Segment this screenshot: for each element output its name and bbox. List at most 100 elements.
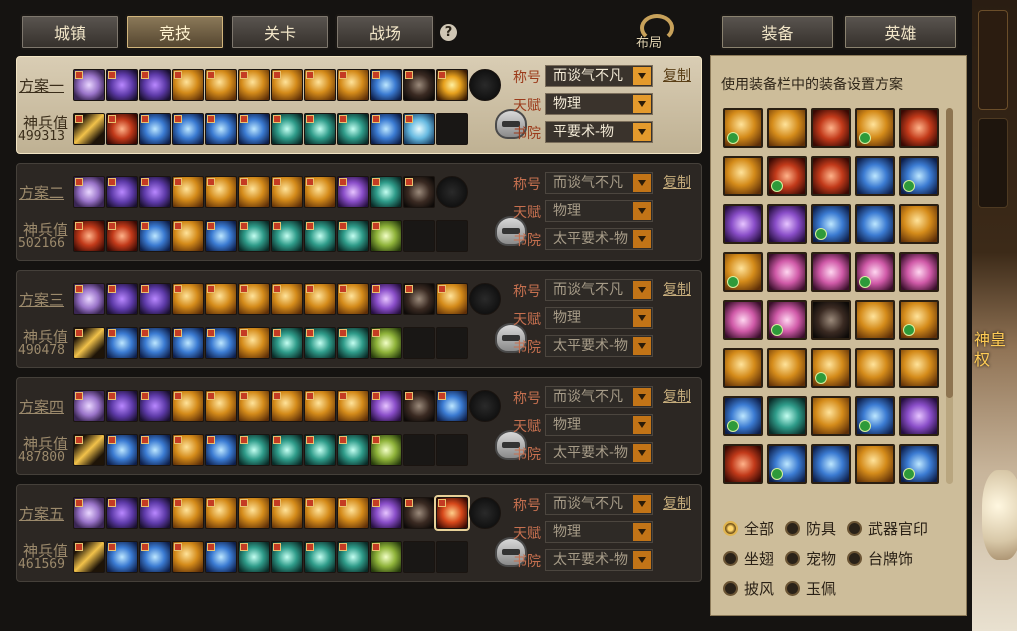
equipment-slot[interactable] [205, 283, 237, 315]
filter-radio[interactable]: 宠物 [785, 548, 836, 569]
equipment-slot[interactable] [238, 434, 270, 466]
equipment-slot[interactable] [403, 220, 435, 252]
equipment-slot[interactable] [436, 283, 468, 315]
equipment-slot[interactable] [337, 283, 369, 315]
equipment-item[interactable] [767, 252, 807, 292]
filter-radio[interactable]: 武器官印 [847, 518, 928, 539]
copy-link[interactable]: 复制 [663, 493, 691, 513]
equipment-slot[interactable] [469, 283, 501, 315]
equipment-slot[interactable] [238, 497, 270, 529]
equipment-slot[interactable] [436, 327, 468, 359]
side-tab-second[interactable] [978, 118, 1008, 208]
filter-radio[interactable]: 披风 [723, 578, 774, 599]
equipment-slot[interactable] [172, 327, 204, 359]
filter-radio[interactable]: 台牌饰 [847, 548, 913, 569]
dropdown-arrow-icon[interactable] [633, 230, 651, 248]
equipment-item[interactable] [767, 444, 807, 484]
equipment-slot[interactable] [106, 69, 138, 101]
equipment-slot[interactable] [238, 220, 270, 252]
equipment-item[interactable] [899, 252, 939, 292]
dropdown-arrow-icon[interactable] [633, 174, 651, 192]
dropdown-arrow-icon[interactable] [633, 388, 651, 406]
equipment-slot[interactable] [73, 113, 105, 145]
radio-dot-icon[interactable] [723, 521, 738, 536]
equipment-item[interactable] [767, 204, 807, 244]
equipment-slot[interactable] [106, 283, 138, 315]
equipment-slot[interactable] [370, 541, 402, 573]
equipment-slot[interactable] [73, 434, 105, 466]
equipment-slot[interactable] [73, 327, 105, 359]
equipment-slot[interactable] [370, 220, 402, 252]
equipment-item[interactable] [855, 348, 895, 388]
equipment-slot[interactable] [403, 69, 435, 101]
equipment-slot[interactable] [337, 327, 369, 359]
equipment-slot[interactable] [106, 434, 138, 466]
equipment-scrollbar[interactable] [946, 108, 953, 484]
plan-row[interactable]: 方案四 神兵值 487800 称号 天赋 书院 而谈气不凡 物理 太平要术-物 复制 [16, 377, 702, 475]
equipment-slot[interactable] [172, 283, 204, 315]
dropdown-arrow-icon[interactable] [633, 551, 651, 569]
equipment-item[interactable] [899, 348, 939, 388]
plan-name[interactable]: 方案二 [19, 182, 64, 203]
academy-select[interactable]: 太平要术-物 [545, 549, 653, 571]
equipment-item[interactable] [723, 300, 763, 340]
equipment-slot[interactable] [469, 390, 501, 422]
dropdown-arrow-icon[interactable] [633, 523, 651, 541]
plan-name[interactable]: 方案五 [19, 503, 64, 524]
radio-dot-icon[interactable] [723, 581, 738, 596]
equipment-slot[interactable] [106, 113, 138, 145]
equipment-slot[interactable] [337, 541, 369, 573]
equipment-slot[interactable] [469, 69, 501, 101]
equipment-item[interactable] [811, 204, 851, 244]
equipment-slot[interactable] [304, 327, 336, 359]
title-select[interactable]: 而谈气不凡 [545, 65, 653, 87]
equipment-slot[interactable] [139, 113, 171, 145]
equipment-slot[interactable] [238, 113, 270, 145]
plan-name[interactable]: 方案四 [19, 396, 64, 417]
equipment-slot[interactable] [370, 69, 402, 101]
copy-link[interactable]: 复制 [663, 65, 691, 85]
equipment-slot[interactable] [436, 390, 468, 422]
equipment-slot[interactable] [271, 113, 303, 145]
equipment-slot[interactable] [73, 283, 105, 315]
equipment-slot[interactable] [205, 541, 237, 573]
filter-radio[interactable]: 玉佩 [785, 578, 836, 599]
equipment-slot[interactable] [106, 497, 138, 529]
equipment-slot[interactable] [73, 497, 105, 529]
equipment-slot[interactable] [469, 497, 501, 529]
equipment-slot[interactable] [73, 220, 105, 252]
equipment-slot[interactable] [337, 434, 369, 466]
plan-row[interactable]: 方案五 神兵值 461569 称号 天赋 书院 而谈气不凡 物理 太平要术-物 复制 [16, 484, 702, 582]
equipment-slot[interactable] [271, 541, 303, 573]
equipment-slot[interactable] [337, 176, 369, 208]
equipment-slot[interactable] [370, 113, 402, 145]
filter-radio[interactable]: 全部 [723, 518, 774, 539]
equipment-item[interactable] [723, 108, 763, 148]
dropdown-arrow-icon[interactable] [633, 495, 651, 513]
equipment-slot[interactable] [436, 541, 468, 573]
equipment-slot[interactable] [436, 113, 468, 145]
equipment-slot[interactable] [139, 497, 171, 529]
equipment-slot[interactable] [337, 113, 369, 145]
equipment-item[interactable] [855, 396, 895, 436]
tab-battlefield[interactable]: 战场 [335, 14, 435, 50]
equipment-slot[interactable] [139, 327, 171, 359]
equipment-item[interactable] [899, 204, 939, 244]
equipment-slot[interactable] [172, 541, 204, 573]
equipment-slot[interactable] [436, 220, 468, 252]
equipment-slot[interactable] [271, 283, 303, 315]
equipment-item[interactable] [723, 204, 763, 244]
equipment-slot[interactable] [73, 541, 105, 573]
equipment-item[interactable] [899, 108, 939, 148]
equipment-item[interactable] [811, 156, 851, 196]
equipment-slot[interactable] [304, 69, 336, 101]
equipment-slot[interactable] [106, 390, 138, 422]
equipment-slot[interactable] [73, 390, 105, 422]
equipment-slot[interactable] [370, 176, 402, 208]
equipment-slot[interactable] [370, 497, 402, 529]
equipment-slot[interactable] [370, 434, 402, 466]
equipment-slot[interactable] [205, 113, 237, 145]
equipment-slot[interactable] [139, 69, 171, 101]
equipment-item[interactable] [811, 348, 851, 388]
equipment-slot[interactable] [238, 327, 270, 359]
